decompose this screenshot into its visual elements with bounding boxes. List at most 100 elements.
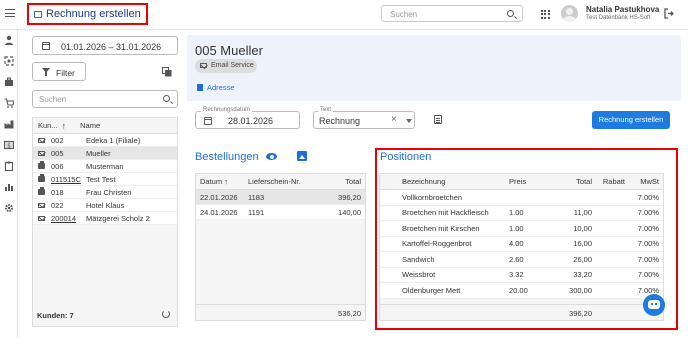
table-row[interactable]: 200014 Mätzgerei Scholz 2: [33, 212, 177, 225]
table-row[interactable]: Sandwich 2.60 26,00 7.00%: [380, 252, 663, 268]
sort-arrow-icon[interactable]: ↑: [62, 121, 67, 131]
col-rabatt[interactable]: Rabatt: [596, 177, 629, 186]
order-total: 140,00: [338, 207, 361, 217]
global-search-input[interactable]: Suchen: [381, 5, 523, 22]
clear-icon[interactable]: ×: [391, 114, 397, 125]
col-bezeichnung[interactable]: Bezeichnung: [398, 177, 505, 186]
sort-arrow-icon[interactable]: ↑: [224, 177, 228, 186]
create-invoice-button[interactable]: Rechnung erstellen: [592, 111, 670, 129]
position-total: 300,00: [569, 285, 592, 295]
positions-table: Bezeichnung Preis Total Rabatt MwSt Voll…: [379, 173, 664, 321]
position-name: Vollkornbroetchen: [402, 192, 463, 202]
page-title: Rechnung erstellen: [27, 3, 148, 25]
table-row[interactable]: 005 Mueller: [33, 147, 177, 160]
customer-number[interactable]: 200014: [51, 214, 86, 223]
logout-icon[interactable]: [664, 8, 674, 19]
calendar-icon[interactable]: [204, 116, 212, 125]
page-title-label: Rechnung erstellen: [46, 8, 141, 20]
search-icon[interactable]: [507, 9, 514, 17]
user-name: Natalia Pastukhova: [586, 5, 660, 14]
col-total[interactable]: Total: [304, 177, 365, 186]
envelope-icon: [38, 150, 47, 156]
envelope-icon: [38, 215, 47, 221]
table-row[interactable]: 22.01.2026 1183 396,20: [196, 190, 365, 205]
svg-text:$: $: [7, 142, 11, 149]
avatar[interactable]: [561, 5, 578, 22]
refresh-icon[interactable]: [162, 310, 170, 318]
customer-name: Frau Christen: [86, 187, 132, 197]
table-row[interactable]: 002 Edeka 1 (Filiale): [33, 134, 177, 147]
search-icon[interactable]: [163, 95, 170, 102]
col-mwst[interactable]: MwSt: [629, 177, 663, 186]
position-total: 10,00: [573, 223, 592, 233]
customer-number[interactable]: 011515C: [51, 175, 86, 184]
factory-icon[interactable]: [4, 119, 14, 129]
table-row[interactable]: 011515C Test Test: [33, 173, 177, 186]
orders-table-header: Datum ↑ Lieferschein-Nr. Total: [196, 174, 365, 190]
adresse-label: Adresse: [207, 83, 235, 92]
table-row[interactable]: Broetchen mit Kirschen 1.00 10,00 7.00%: [380, 221, 663, 237]
col-preis[interactable]: Preis: [505, 177, 545, 186]
col-name[interactable]: Name: [80, 121, 100, 130]
positions-table-footer: 396,20: [380, 304, 663, 321]
adresse-link[interactable]: Adresse: [197, 83, 235, 92]
orders-table-body: 22.01.2026 1183 396,20 24.01.2026 1191 140,00: [196, 190, 365, 220]
customer-table-body: 002 Edeka 1 (Filiale) 005 Mueller 006 Musterm…: [33, 134, 177, 225]
table-row[interactable]: Vollkornbroetchen 7.00%: [380, 190, 663, 206]
customer-search-input[interactable]: Suchen: [32, 90, 178, 108]
table-row[interactable]: Weissbrot 3.32 33,20 7.00%: [380, 267, 663, 283]
table-row[interactable]: 24.01.2026 1191 140,00: [196, 205, 365, 220]
copy-icon[interactable]: [162, 67, 172, 77]
chevron-down-icon[interactable]: [406, 119, 412, 123]
invoice-date-label: Rechnungsdatum: [201, 107, 253, 113]
customer-table-header: Kun... ↑ Name: [33, 118, 177, 134]
briefcase-icon[interactable]: [4, 77, 14, 87]
cart-icon[interactable]: [4, 98, 14, 108]
order-date: 22.01.2026: [200, 192, 238, 202]
position-price: 1.00: [509, 223, 524, 233]
customer-name: Musterman: [86, 161, 124, 171]
notes-icon[interactable]: [434, 115, 442, 124]
position-vat: 7.00%: [637, 270, 659, 280]
scan-icon[interactable]: [4, 56, 14, 66]
col-kundennr[interactable]: Kun...: [38, 121, 58, 130]
filter-label: Filter: [56, 67, 75, 78]
table-row[interactable]: 006 Musterman: [33, 160, 177, 173]
customer-name: Mueller: [86, 148, 111, 158]
filter-button[interactable]: Filter: [32, 62, 86, 81]
position-vat: 7.00%: [637, 254, 659, 264]
printer-icon: [38, 187, 47, 195]
envelope-icon: [38, 137, 47, 143]
top-bar: Rechnung erstellen Suchen Natalia Pastuk…: [0, 0, 688, 30]
invoice-nav-icon[interactable]: $: [4, 140, 14, 150]
chat-bot-button[interactable]: [643, 294, 665, 316]
building-icon: [197, 84, 203, 91]
invoice-date-input[interactable]: 28.01.2026: [195, 111, 300, 129]
person-icon[interactable]: [4, 35, 14, 45]
table-row[interactable]: 018 Frau Christen: [33, 186, 177, 199]
table-row[interactable]: Oldenburger Mett 20.00 300,00 7.00%: [380, 283, 663, 299]
table-row[interactable]: Kartoffel-Roggenbrot 4.00 16,00 7.00%: [380, 236, 663, 252]
printer-icon: [38, 174, 47, 182]
col-datum[interactable]: Datum ↑: [196, 177, 244, 186]
apps-grid-icon[interactable]: [541, 10, 550, 19]
col-lieferschein[interactable]: Lieferschein-Nr.: [244, 177, 304, 186]
position-price: 3.32: [509, 270, 524, 280]
bar-chart-icon[interactable]: [4, 182, 14, 192]
position-price: 1.00: [509, 208, 524, 218]
gear-icon[interactable]: [4, 203, 14, 213]
menu-icon[interactable]: [5, 9, 15, 17]
customer-number: 005: [51, 148, 64, 158]
text-select[interactable]: Rechnung ×: [313, 111, 415, 129]
table-row[interactable]: 022 Hotel Klaus: [33, 199, 177, 212]
col-datum-label: Datum: [200, 177, 223, 186]
col-total[interactable]: Total: [545, 177, 596, 186]
user-database: Test Datenbank HS-Soft: [586, 15, 651, 21]
table-row[interactable]: Broetchen mit Hackfleisch 1.00 11,00 7.00%: [380, 205, 663, 221]
positions-table-body: Vollkornbroetchen 7.00% Broetchen mit Hack…: [380, 190, 663, 299]
global-search-placeholder: Suchen: [390, 9, 418, 19]
date-range-input[interactable]: 01.01.2026 – 31.01.2026: [32, 36, 178, 55]
eye-icon[interactable]: [266, 153, 277, 160]
clipboard-icon[interactable]: [4, 161, 14, 171]
image-icon[interactable]: [297, 151, 307, 161]
